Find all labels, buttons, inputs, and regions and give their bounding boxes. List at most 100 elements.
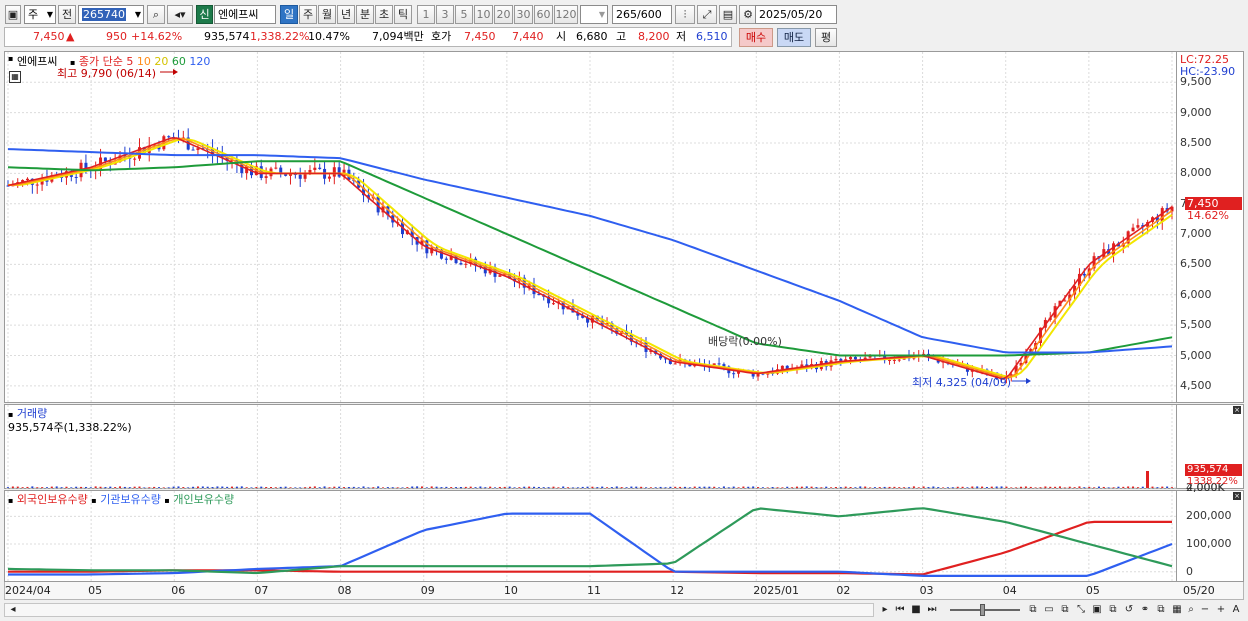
holder-tick-label: 200,000: [1186, 509, 1232, 523]
screenshot-icon[interactable]: ▣: [1090, 603, 1104, 617]
stop-icon[interactable]: ■: [909, 603, 923, 617]
quote-high: 8,200: [638, 30, 670, 43]
eval-button[interactable]: 평: [815, 28, 837, 47]
scroll-right-icon[interactable]: ▸: [878, 603, 892, 617]
chevron-down-icon: ▼: [598, 10, 605, 19]
volume-pane[interactable]: [4, 404, 1177, 489]
window-icon[interactable]: ⧉: [1154, 603, 1168, 617]
buy-button[interactable]: 매수: [739, 28, 773, 47]
date-field[interactable]: 2025/05/20: [755, 5, 837, 24]
first-page-icon[interactable]: ⏮: [893, 603, 907, 617]
new-badge[interactable]: 신: [196, 5, 213, 24]
speaker-icon[interactable]: ◂▾: [167, 5, 193, 24]
price-tick-label: 5,000: [1180, 348, 1212, 362]
layout-icon[interactable]: ▣: [5, 5, 21, 24]
last-page-icon[interactable]: ⏭: [925, 603, 939, 617]
quote-volume: 935,574: [204, 30, 250, 43]
x-tick-label: 06: [171, 584, 186, 597]
quote-change: 950: [106, 30, 127, 43]
interval-3[interactable]: 3: [436, 5, 454, 24]
low-label: 저: [676, 30, 687, 43]
close-icon[interactable]: ×: [1233, 406, 1241, 414]
table-icon[interactable]: ▦: [9, 71, 21, 83]
x-tick-label: 05: [1085, 584, 1100, 597]
zoom-slider-thumb[interactable]: [980, 604, 985, 616]
x-tick-label: 2025/01: [753, 584, 799, 597]
copy-icon[interactable]: ⧉: [1106, 603, 1120, 617]
price-pane[interactable]: [4, 51, 1177, 403]
interval-input[interactable]: ▼: [580, 5, 608, 24]
quote-price: 7,450: [33, 30, 65, 43]
ma-legend-20: 20: [154, 55, 169, 68]
x-tick-label: 08: [337, 584, 352, 597]
quote-low: 6,510: [696, 30, 728, 43]
close-icon[interactable]: ×: [1233, 492, 1241, 500]
interval-1[interactable]: 1: [417, 5, 435, 24]
market-select-value: 주: [28, 8, 39, 21]
quote-ask: 7,450: [464, 30, 496, 43]
interval-10[interactable]: 10: [474, 5, 493, 24]
code-input[interactable]: 265740 ▼: [78, 5, 144, 24]
link-icon[interactable]: ⚭: [1138, 603, 1152, 617]
tab-period-month[interactable]: 월: [318, 5, 336, 24]
scrollbar-track[interactable]: [4, 603, 874, 617]
tab-period-second[interactable]: 초: [375, 5, 393, 24]
price-tick-label: 8,500: [1180, 136, 1212, 149]
scroll-left-icon[interactable]: ◂: [6, 603, 20, 617]
tab-period-day[interactable]: 일: [280, 5, 298, 24]
tab-period-year[interactable]: 년: [337, 5, 355, 24]
zoom-slider[interactable]: [950, 609, 1020, 611]
volume-last-ratio: 1338.22%: [1187, 476, 1238, 487]
layout-3-icon[interactable]: ⧉: [1058, 603, 1072, 617]
tab-period-tick[interactable]: 틱: [394, 5, 412, 24]
quote-change-pct: +14.62%: [131, 30, 183, 43]
interval-30[interactable]: 30: [514, 5, 533, 24]
tab-period-week[interactable]: 주: [299, 5, 317, 24]
holder-tick-label: 100,000: [1186, 537, 1232, 551]
quote-amount: 7,094백만: [372, 30, 424, 43]
chevron-down-icon: ▼: [134, 10, 141, 19]
ma-legend-120: 120: [189, 55, 211, 68]
volume-last-value: 935,574: [1187, 464, 1229, 475]
quote-bid: 7,440: [512, 30, 544, 43]
interval-120[interactable]: 120: [554, 5, 578, 24]
x-axis: [4, 582, 1244, 600]
event-note: 배당락(0.00%): [708, 335, 782, 348]
restore-icon[interactable]: ↺: [1122, 603, 1136, 617]
interval-5[interactable]: 5: [455, 5, 473, 24]
legend-foreign: 외국인보유수량: [16, 493, 88, 506]
count-current: 265: [616, 8, 637, 21]
x-tick-label: 12: [670, 584, 685, 597]
x-tick-label: 10: [503, 584, 518, 597]
high-note: 최고 9,790 (06/14): [57, 67, 157, 80]
grid-icon[interactable]: ▦: [1170, 603, 1184, 617]
expand-icon[interactable]: ⤡: [1074, 603, 1088, 617]
search-icon[interactable]: ⌕: [147, 5, 165, 24]
prev-button[interactable]: 전: [58, 5, 76, 24]
ma-legend-60: 60: [171, 55, 186, 68]
drawing-tools-icon[interactable]: ⤢: [697, 5, 717, 24]
market-select[interactable]: 주 ▼: [24, 5, 56, 24]
x-tick-label: 04: [1002, 584, 1017, 597]
price-tick-label: 7,000: [1180, 227, 1212, 241]
count-total: /600: [637, 8, 662, 21]
zoom-icon[interactable]: ⌕: [1184, 603, 1198, 617]
zoom-out-icon[interactable]: −: [1198, 603, 1212, 617]
candle-type-icon[interactable]: ⫶: [675, 5, 695, 24]
interval-20[interactable]: 20: [494, 5, 513, 24]
zoom-in-icon[interactable]: +: [1214, 603, 1228, 617]
layout-1-icon[interactable]: ⧉: [1026, 603, 1040, 617]
save-icon[interactable]: ▤: [719, 5, 737, 24]
low-note: 최저 4,325 (04/09): [912, 376, 1012, 389]
price-pane-stock-name: 엔에프씨: [17, 55, 58, 68]
stock-name-field: 엔에프씨: [214, 5, 276, 24]
pane-menu-icon[interactable]: ▪: [8, 54, 13, 63]
x-tick-label: 03: [919, 584, 934, 597]
count-field[interactable]: 265/600: [612, 5, 672, 24]
tab-period-minute[interactable]: 분: [356, 5, 374, 24]
layout-2-icon[interactable]: ▭: [1042, 603, 1056, 617]
sell-button[interactable]: 매도: [777, 28, 811, 47]
font-size-icon[interactable]: A: [1229, 603, 1243, 617]
x-tick-label: 11: [587, 584, 601, 597]
interval-60[interactable]: 60: [534, 5, 553, 24]
